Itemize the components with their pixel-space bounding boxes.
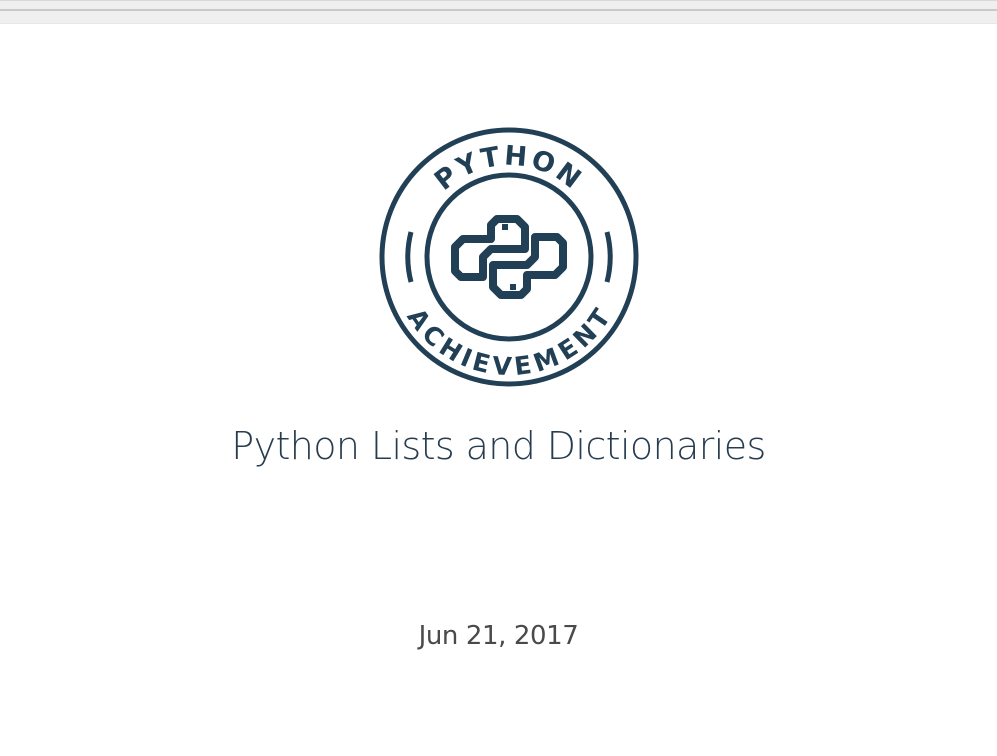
python-logo-eye-bottom (510, 284, 516, 290)
browser-top-bar (0, 0, 997, 24)
python-achievement-badge: PYTHON ACHIEVEMENT (379, 127, 639, 387)
browser-edge-line (0, 9, 997, 11)
badge-bottom-text: ACHIEVEMENT (401, 303, 617, 382)
certificate-date: Jun 21, 2017 (418, 621, 579, 651)
python-logo-icon (451, 215, 567, 299)
badge-top-text: PYTHON (429, 140, 589, 196)
python-logo-eye-top (502, 224, 508, 230)
certificate-title: Python Lists and Dictionaries (231, 424, 766, 468)
badge-right-arc (604, 231, 613, 283)
badge-left-arc (405, 231, 414, 283)
certificate-page: PYTHON ACHIEVEMENT Python Lists and Dict… (0, 24, 997, 756)
